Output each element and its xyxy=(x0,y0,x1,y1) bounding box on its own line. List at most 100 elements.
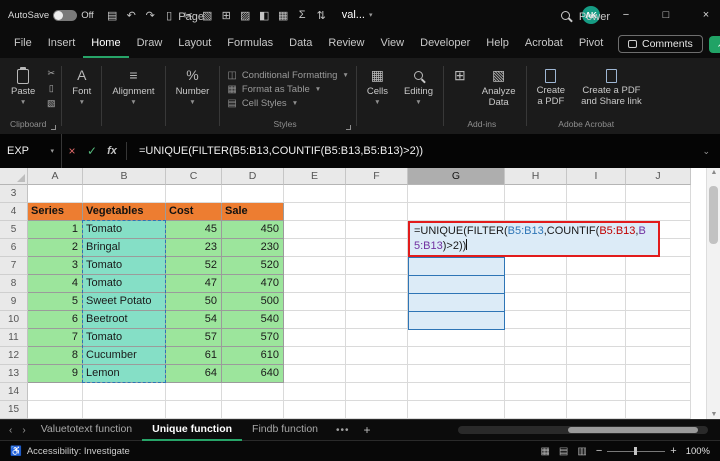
cell-I3[interactable] xyxy=(567,185,626,203)
cell-D7[interactable]: 520 xyxy=(222,257,284,275)
cell-F9[interactable] xyxy=(346,293,408,311)
page-break-view-icon[interactable]: ▥ xyxy=(577,446,586,457)
cell-D5[interactable]: 450 xyxy=(222,221,284,239)
cell-J11[interactable] xyxy=(626,329,691,347)
cell-F7[interactable] xyxy=(346,257,408,275)
cell-F14[interactable] xyxy=(346,383,408,401)
cell-D9[interactable]: 500 xyxy=(222,293,284,311)
cell-G3[interactable] xyxy=(408,185,505,203)
cell-H3[interactable] xyxy=(505,185,567,203)
comments-button[interactable]: Comments xyxy=(618,35,703,53)
format-as-table-button[interactable]: ▦ Format as Table ▼ xyxy=(227,84,348,95)
column-header-E[interactable]: E xyxy=(284,168,346,185)
cell-D14[interactable] xyxy=(222,383,284,401)
column-header-I[interactable]: I xyxy=(567,168,626,185)
column-header-G[interactable]: G xyxy=(408,168,505,185)
zoom-out-icon[interactable]: − xyxy=(596,445,602,457)
column-header-C[interactable]: C xyxy=(166,168,222,185)
add-sheet-button[interactable]: + xyxy=(358,423,377,437)
conditional-formatting-button[interactable]: ◫ Conditional Formatting ▼ xyxy=(227,70,348,81)
cell-C7[interactable]: 52 xyxy=(166,257,222,275)
cell-I14[interactable] xyxy=(567,383,626,401)
menu-tab-view[interactable]: View xyxy=(372,30,412,58)
cell-H7[interactable] xyxy=(505,257,567,275)
cell-styles-button[interactable]: ▤ Cell Styles ▼ xyxy=(227,98,348,109)
sheet-tab-valuetotext-function[interactable]: Valuetotext function xyxy=(31,420,142,441)
select-all-corner[interactable] xyxy=(0,168,28,185)
column-header-B[interactable]: B xyxy=(83,168,166,185)
picture-icon[interactable]: ▨ xyxy=(237,9,254,22)
cell-C3[interactable] xyxy=(166,185,222,203)
cell-G13[interactable] xyxy=(408,365,505,383)
cell-I9[interactable] xyxy=(567,293,626,311)
column-header-J[interactable]: J xyxy=(626,168,691,185)
cell-H13[interactable] xyxy=(505,365,567,383)
cell-F4[interactable] xyxy=(346,203,408,221)
sum-icon[interactable]: Σ xyxy=(294,9,311,21)
cell-A6[interactable]: 2 xyxy=(28,239,83,257)
autosave-toggle[interactable]: AutoSave Off xyxy=(8,10,94,21)
cell-A7[interactable]: 3 xyxy=(28,257,83,275)
cell-E5[interactable] xyxy=(284,221,346,239)
cell-A13[interactable]: 9 xyxy=(28,365,83,383)
alignment-button[interactable]: ≡ Alignment ▼ xyxy=(105,65,161,108)
spill-preview-cell-G10[interactable] xyxy=(408,311,505,330)
sheet-nav-left-icon[interactable]: ‹ xyxy=(4,425,17,436)
row-header-13[interactable]: 13 xyxy=(0,365,28,383)
row-header-11[interactable]: 11 xyxy=(0,329,28,347)
cell-E8[interactable] xyxy=(284,275,346,293)
sheet-tab-unique-function[interactable]: Unique function xyxy=(142,420,242,441)
cell-B14[interactable] xyxy=(83,383,166,401)
workbook-name[interactable]: val... ▾ xyxy=(342,9,373,21)
sheet-nav-right-icon[interactable]: › xyxy=(17,425,30,436)
sort-icon[interactable]: ⇅ xyxy=(313,9,330,22)
cell-F8[interactable] xyxy=(346,275,408,293)
cell-C4[interactable]: Cost xyxy=(166,203,222,221)
cell-J9[interactable] xyxy=(626,293,691,311)
cell-B5[interactable]: Tomato xyxy=(83,221,166,239)
cell-E4[interactable] xyxy=(284,203,346,221)
cell-I8[interactable] xyxy=(567,275,626,293)
cell-E9[interactable] xyxy=(284,293,346,311)
row-header-7[interactable]: 7 xyxy=(0,257,28,275)
spill-preview-cell-G9[interactable] xyxy=(408,293,505,312)
cell-C12[interactable]: 61 xyxy=(166,347,222,365)
cell-E3[interactable] xyxy=(284,185,346,203)
cell-F3[interactable] xyxy=(346,185,408,203)
cell-B3[interactable] xyxy=(83,185,166,203)
menu-tab-help[interactable]: Help xyxy=(478,30,517,58)
cell-J4[interactable] xyxy=(626,203,691,221)
sheet-tab-findb-function[interactable]: Findb function xyxy=(242,420,328,441)
cell-E15[interactable] xyxy=(284,401,346,419)
cell-C6[interactable]: 23 xyxy=(166,239,222,257)
cell-A3[interactable] xyxy=(28,185,83,203)
row-header-10[interactable]: 10 xyxy=(0,311,28,329)
cell-H8[interactable] xyxy=(505,275,567,293)
cell-G4[interactable] xyxy=(408,203,505,221)
row-header-4[interactable]: 4 xyxy=(0,203,28,221)
cell-F11[interactable] xyxy=(346,329,408,347)
cell-G11[interactable] xyxy=(408,329,505,347)
menu-tab-review[interactable]: Review xyxy=(320,30,372,58)
borders-icon[interactable]: ▦ xyxy=(275,9,292,22)
menu-tab-acrobat[interactable]: Acrobat xyxy=(517,30,571,58)
cell-E12[interactable] xyxy=(284,347,346,365)
cancel-icon[interactable]: × xyxy=(62,144,82,158)
cell-D11[interactable]: 570 xyxy=(222,329,284,347)
cell-J12[interactable] xyxy=(626,347,691,365)
number-button[interactable]: % Number ▼ xyxy=(169,65,217,108)
cell-A12[interactable]: 8 xyxy=(28,347,83,365)
cell-G12[interactable] xyxy=(408,347,505,365)
redo-icon[interactable]: ↷ xyxy=(142,9,159,22)
cell-C14[interactable] xyxy=(166,383,222,401)
cell-B15[interactable] xyxy=(83,401,166,419)
menu-tab-draw[interactable]: Draw xyxy=(129,30,171,58)
cell-E6[interactable] xyxy=(284,239,346,257)
editing-button[interactable]: Editing ▼ xyxy=(397,65,440,108)
enter-icon[interactable]: ✓ xyxy=(82,144,102,158)
cell-B8[interactable]: Tomato xyxy=(83,275,166,293)
cell-E10[interactable] xyxy=(284,311,346,329)
cell-A14[interactable] xyxy=(28,383,83,401)
cell-E13[interactable] xyxy=(284,365,346,383)
menu-tab-insert[interactable]: Insert xyxy=(40,30,84,58)
